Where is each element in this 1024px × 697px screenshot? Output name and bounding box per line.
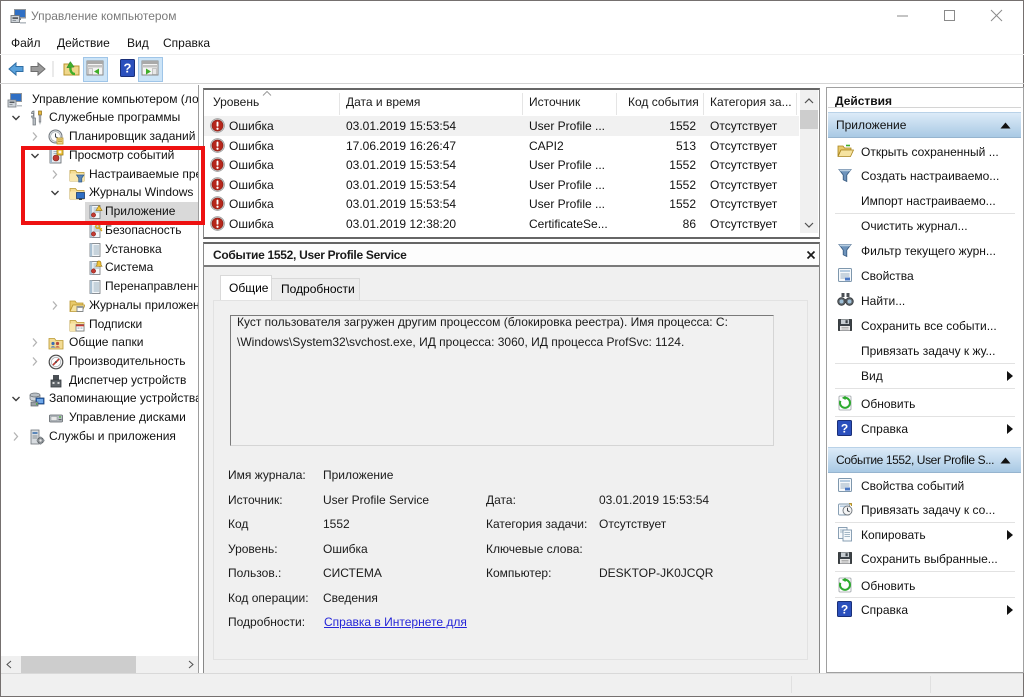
svg-text:?: ? <box>124 61 132 76</box>
